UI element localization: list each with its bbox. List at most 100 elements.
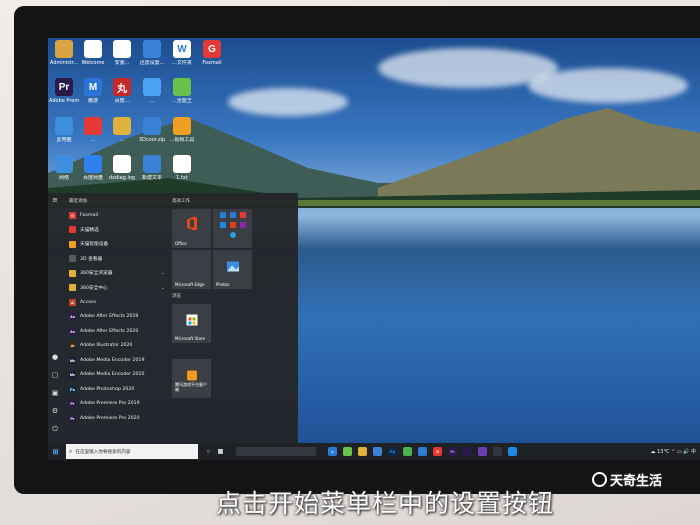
wechat-icon[interactable] — [403, 447, 412, 456]
app-icon — [69, 240, 76, 248]
desktop-icon-label: Welcome — [81, 60, 105, 66]
desktop-icon[interactable]: 此电脑 — [49, 117, 79, 155]
user-icon[interactable]: ● — [51, 353, 59, 361]
store-taskbar-icon[interactable] — [373, 447, 382, 456]
desktop-icon-label: ... — [119, 137, 125, 143]
hamburger-icon[interactable]: ≡ — [51, 196, 59, 204]
start-app-item[interactable]: Ps Adobe Photoshop 2020 — [69, 383, 165, 395]
pictures-icon[interactable]: ▣ — [51, 389, 59, 397]
taskbar-search-box[interactable] — [236, 447, 316, 456]
start-app-item[interactable]: Ai Adobe Illustrator 2020 — [69, 340, 165, 352]
tiles-panel: 高效工作 Office Microsoft Edge Photos 浏览 Mic… — [170, 193, 298, 443]
tile-app-group[interactable] — [213, 209, 252, 248]
desktop-icon[interactable]: 1.txt — [167, 155, 197, 193]
desktop-icon-label: 新建文本 — [141, 175, 162, 181]
tile-game-platform-label: 腾讯游戏平台客户端 — [175, 382, 207, 392]
desktop-app-icon: Pr — [55, 78, 73, 96]
app-icon — [69, 255, 76, 262]
desktop-icon[interactable]: ... — [78, 117, 108, 155]
start-app-item[interactable]: 3D 查看器 — [69, 253, 165, 265]
start-app-item[interactable]: Ae Adobe After Effects 2020 — [69, 325, 165, 337]
edge-icon[interactable]: e — [328, 447, 337, 456]
start-app-item[interactable]: Pr Adobe Premiere Pro 2019 — [69, 398, 165, 410]
system-tray[interactable]: ☁ 13°C ⌃ ▭ 🔊 中 — [651, 448, 696, 455]
desktop-icon[interactable]: G Foxmail — [197, 40, 227, 78]
start-app-item[interactable]: Pr Adobe Premiere Pro 2020 — [69, 412, 165, 424]
task-view-icon[interactable]: ○ — [204, 447, 213, 456]
desktop-icon[interactable]: Administr... — [49, 40, 79, 78]
chrome-icon[interactable] — [343, 447, 352, 456]
windows-start-icon[interactable]: ⊞ — [51, 447, 60, 456]
documents-icon[interactable]: ▢ — [51, 371, 59, 379]
desktop-icon[interactable]: 丸百度... — [107, 78, 137, 116]
start-app-item[interactable]: 天猫智能设备 — [69, 238, 165, 250]
desktop-app-icon: W — [173, 40, 191, 58]
desktop-app-icon — [84, 155, 102, 173]
desktop-app-icon — [143, 155, 161, 173]
desktop-icon[interactable]: dxdiag.log — [107, 155, 137, 193]
app-icon: Me — [69, 356, 76, 364]
desktop-icon[interactable]: W ...文件夹 — [167, 40, 197, 78]
app-icon: Ae — [69, 327, 76, 335]
desktop-icon[interactable]: 迅雷设置... — [137, 40, 167, 78]
subtitle-caption: 点击开始菜单栏中的设置按钮 — [216, 489, 555, 518]
start-app-item[interactable]: Me Adobe Media Encoder 2020 — [69, 369, 165, 381]
desktop-app-icon — [143, 78, 161, 96]
desktop-app-icon — [113, 117, 131, 135]
chevron-down-icon[interactable]: ⌄ — [161, 285, 165, 291]
app-taskbar-icon[interactable] — [493, 447, 502, 456]
tile-edge-label: Microsoft Edge — [175, 282, 205, 287]
start-app-item[interactable]: Ae Adobe After Effects 2019 — [69, 311, 165, 323]
desktop-icon[interactable]: Pr Adobe Premiere... — [49, 78, 79, 116]
desktop-icon[interactable]: ... — [107, 117, 137, 155]
desktop-app-icon: G — [203, 40, 221, 58]
qq-icon[interactable] — [418, 447, 427, 456]
start-app-item[interactable]: A Access — [69, 296, 165, 308]
premiere-taskbar-icon[interactable]: Pr — [448, 447, 457, 456]
desktop-app-icon — [113, 155, 131, 173]
desktop-icon[interactable]: 安装... — [107, 40, 137, 78]
file-explorer-icon[interactable] — [358, 447, 367, 456]
desktop-icon[interactable]: Welcome — [78, 40, 108, 78]
desktop-icon[interactable]: ...视频工具 — [167, 117, 197, 155]
tile-office[interactable]: Office — [172, 209, 211, 248]
tile-game-platform[interactable]: 腾讯游戏平台客户端 — [172, 359, 211, 398]
foxmail-taskbar-icon[interactable]: G — [433, 447, 442, 456]
widgets-icon[interactable]: ▦ — [216, 447, 225, 456]
app-icon: Pr — [69, 400, 76, 407]
start-app-item[interactable]: 天猫精选 — [69, 224, 165, 236]
desktop-app-icon: M — [84, 78, 102, 96]
start-app-item[interactable]: 360安全中心 ⌄ — [69, 282, 165, 294]
chevron-down-icon[interactable]: ⌄ — [161, 270, 165, 276]
desktop-icon[interactable]: 新建文本 — [137, 155, 167, 193]
app-label: Adobe Premiere Pro 2020 — [80, 415, 140, 421]
power-icon[interactable]: ⏻ — [51, 425, 59, 433]
app-icon — [69, 226, 76, 233]
tile-store[interactable]: Microsoft Store — [172, 304, 211, 343]
start-app-item[interactable]: 360安全浏览器 ⌄ — [69, 267, 165, 279]
start-app-item[interactable]: Me Adobe Media Encoder 2019 — [69, 354, 165, 366]
desktop-icon[interactable]: M 傲游 — [78, 78, 108, 116]
browser-taskbar-icon[interactable] — [508, 447, 517, 456]
desktop-icon[interactable]: 3Dcoor.zip — [137, 117, 167, 155]
desktop-icon[interactable]: 网络 — [49, 155, 79, 193]
start-menu: ≡ ● ▢ ▣ ⚙ ⏻ 最近添加 G Foxmail 天猫精选 天猫智能设备 3D 查看… — [48, 193, 298, 443]
gear-icon[interactable]: ⚙ — [51, 407, 59, 415]
ime-indicator[interactable]: 中 — [691, 449, 696, 455]
desktop-icon-label: Foxmail — [202, 60, 222, 66]
app-label: 360安全浏览器 — [80, 271, 113, 276]
desktop-icon[interactable]: ... — [137, 78, 167, 116]
start-app-item[interactable]: G Foxmail — [69, 209, 165, 221]
desktop-icon[interactable]: 百度网盘 — [78, 155, 108, 193]
app-icon: Pr — [69, 414, 76, 422]
app-list: 最近添加 G Foxmail 天猫精选 天猫智能设备 3D 查看器 360安全浏览器 ⌄ 36… — [65, 193, 165, 443]
tile-edge[interactable]: Microsoft Edge — [172, 250, 211, 289]
desktop-icon-label: dxdiag.log — [108, 175, 136, 181]
photoshop-icon[interactable]: Ps — [388, 447, 397, 456]
search-input[interactable]: ⌕ 在这里输入你要搜索的内容 — [66, 444, 198, 459]
tile-photos[interactable]: Photos — [213, 250, 252, 289]
after-effects-icon[interactable] — [463, 447, 472, 456]
media-encoder-icon[interactable] — [478, 447, 487, 456]
desktop-icon[interactable]: ...全能王 — [167, 78, 197, 116]
app-icon: Ai — [69, 342, 76, 349]
